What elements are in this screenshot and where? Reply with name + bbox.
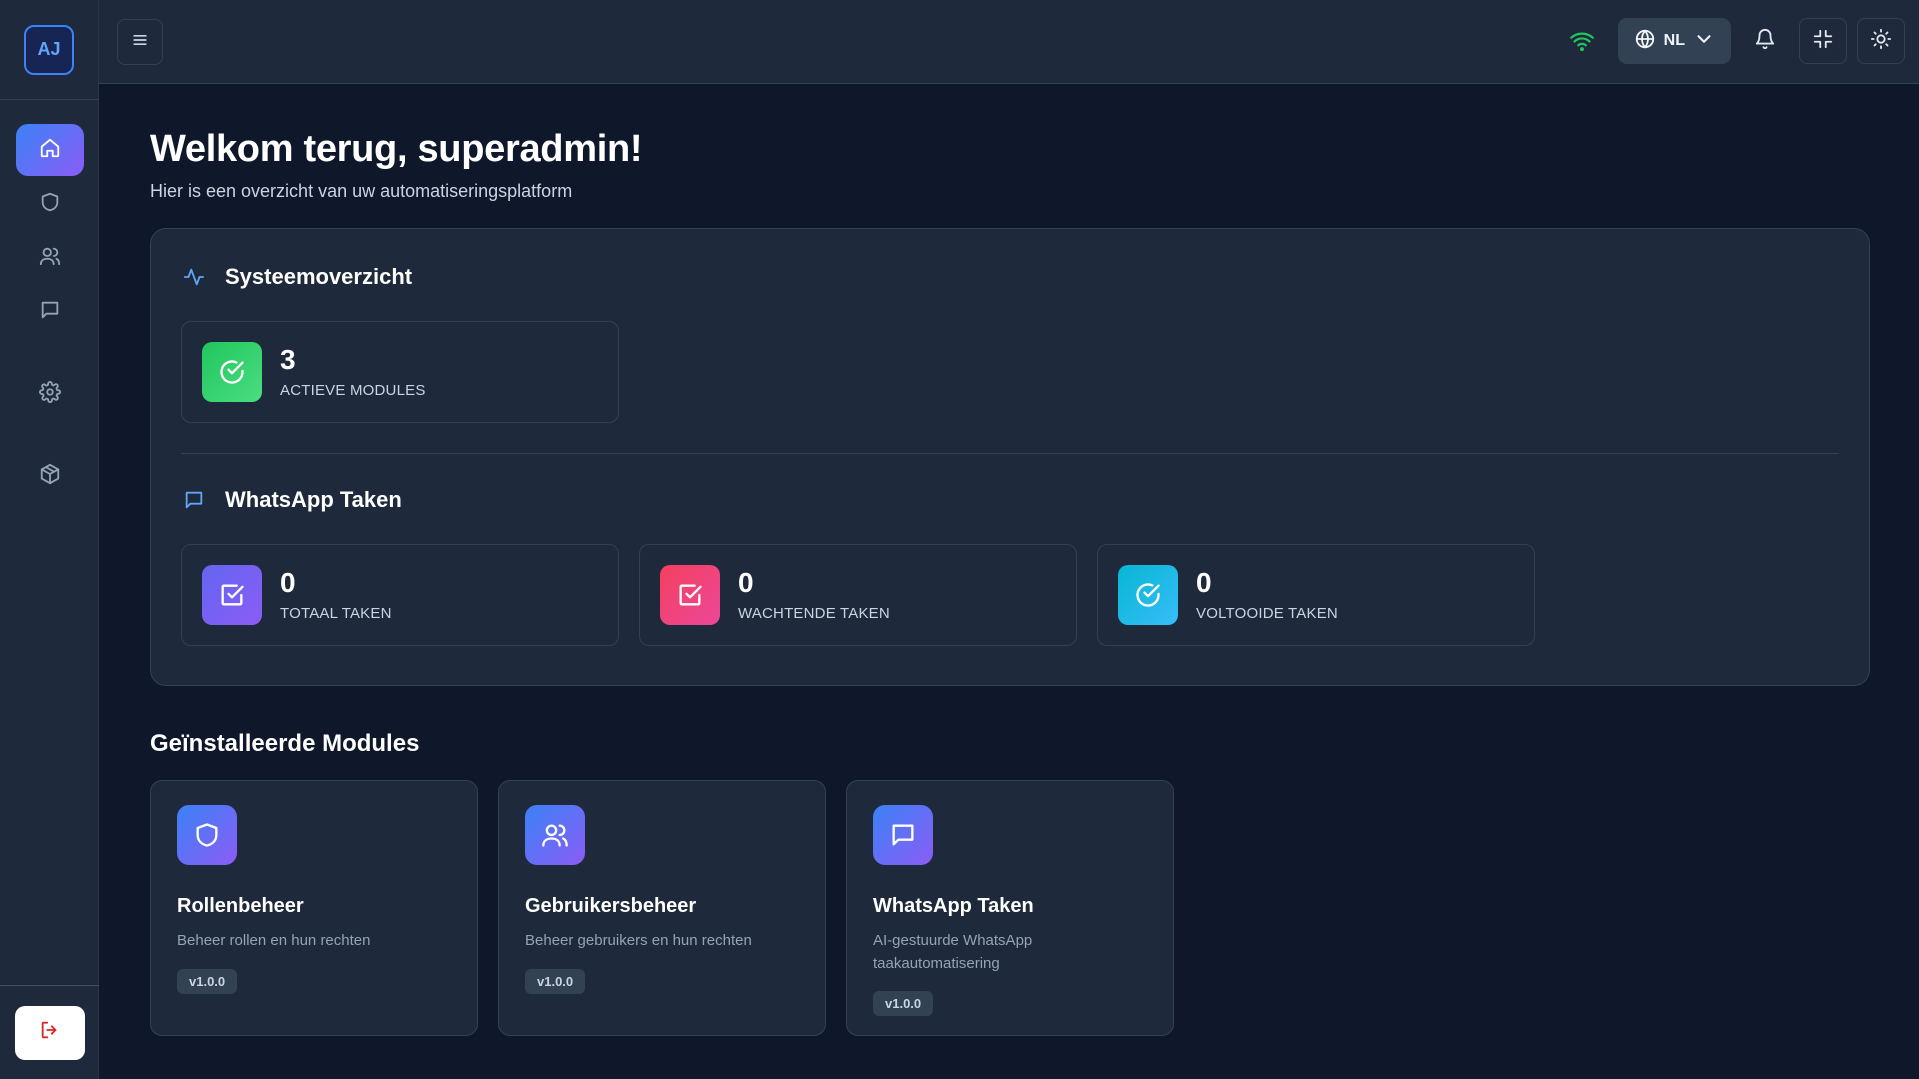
stat-label: VOLTOOIDE TAKEN [1196,604,1338,622]
topbar-actions: NL [1564,18,1905,64]
bell-icon [1754,28,1776,55]
check-circle-icon [1118,565,1178,625]
stat-label: ACTIEVE MODULES [280,381,426,399]
stat-text: 0 VOLTOOIDE TAKEN [1196,567,1338,622]
system-section-title: Systeemoverzicht [225,264,413,289]
whatsapp-section-title: WhatsApp Taken [225,487,402,512]
activity-icon [181,264,207,290]
module-name: Gebruikersbeheer [525,895,697,917]
stat-value: 0 [1196,567,1212,599]
stat-card-pending-tasks: 0 WACHTENDE TAKEN [639,544,1077,646]
fullscreen-button[interactable] [1799,18,1847,64]
user-avatar[interactable]: AJ [24,24,74,75]
module-description: Beheer gebruikers en hun rechten [525,932,752,949]
globe-icon [1634,28,1656,55]
check-square-icon [202,565,262,625]
module-description: Beheer rollen en hun rechten [177,932,371,949]
module-name: Rollenbeheer [177,895,304,917]
package-icon [39,463,61,490]
stat-label: TOTAAL TAKEN [280,604,392,622]
sidebar-item-home[interactable] [15,124,84,176]
stat-value: 3 [280,344,296,376]
stat-card-completed-tasks: 0 VOLTOOIDE TAKEN [1097,544,1535,646]
sidebar-header: AJ [0,0,98,100]
module-version-badge: v1.0.0 [873,991,934,1016]
main-content: Welkom terug, superadmin! Hier is een ov… [150,128,1870,1036]
logout-button[interactable] [14,1005,85,1060]
page-subtitle: Hier is een overzicht van uw automatiser… [150,181,573,201]
notifications-button[interactable] [1741,18,1789,64]
stat-value: 0 [738,567,754,599]
module-name: WhatsApp Taken [873,895,1034,917]
shield-icon [39,191,61,218]
module-version-badge: v1.0.0 [177,968,238,994]
logout-icon [39,1019,61,1046]
section-divider [181,453,1839,454]
hamburger-icon [130,30,150,55]
stat-card-active-modules: 3 ACTIEVE MODULES [181,321,619,423]
whatsapp-stats: 0 TOTAAL TAKEN 0 WACHTENDE TAKEN 0 VOLTO… [181,544,1839,646]
menu-toggle-button[interactable] [117,19,163,65]
app-root: AJ NL Welkom terug, superadmin! Hier is … [0,0,1919,1079]
users-icon [39,245,61,272]
sidebar-item-settings[interactable] [16,368,84,420]
sidebar-item-modules[interactable] [16,450,84,502]
sidebar-item-users[interactable] [16,232,84,284]
topbar: NL [99,0,1919,84]
stat-value: 0 [280,567,296,599]
minimize-icon [1812,28,1834,55]
modules-grid: Rollenbeheer Beheer rollen en hun rechte… [150,780,1870,1036]
language-code: NL [1663,32,1685,49]
message-icon [873,805,933,865]
module-description: AI-gestuurde WhatsApp taakautomatisering [873,932,1033,972]
module-card-users[interactable]: Gebruikersbeheer Beheer gebruikers en hu… [498,780,826,1036]
chevron-down-icon [1693,28,1715,55]
page-title: Welkom terug, superadmin! [150,128,643,170]
overview-card: Systeemoverzicht 3 ACTIEVE MODULES Whats… [150,228,1870,686]
whatsapp-section-header: WhatsApp Taken [181,482,1839,518]
stat-label: WACHTENDE TAKEN [738,604,890,622]
message-icon [181,487,207,513]
module-card-whatsapp[interactable]: WhatsApp Taken AI-gestuurde WhatsApp taa… [846,780,1174,1036]
check-circle-icon [202,342,262,402]
home-icon [39,137,61,164]
sidebar-footer [0,985,99,1079]
wifi-icon [1564,23,1600,59]
sun-icon [1870,28,1892,55]
module-version-badge: v1.0.0 [525,968,586,994]
stat-text: 0 TOTAAL TAKEN [280,567,392,622]
message-icon [39,299,61,326]
language-selector[interactable]: NL [1617,18,1731,64]
users-icon [525,805,585,865]
modules-section-title: Geïnstalleerde Modules [150,730,420,757]
theme-toggle-button[interactable] [1857,18,1905,64]
stat-text: 0 WACHTENDE TAKEN [738,567,890,622]
shield-icon [177,805,237,865]
sidebar-item-roles[interactable] [16,178,84,230]
system-section-header: Systeemoverzicht [181,259,1839,295]
check-square-icon [660,565,720,625]
stat-text: 3 ACTIEVE MODULES [280,344,426,399]
sidebar-item-whatsapp[interactable] [16,286,84,338]
sidebar-nav [0,124,99,502]
sidebar: AJ [0,0,99,1079]
module-card-roles[interactable]: Rollenbeheer Beheer rollen en hun rechte… [150,780,478,1036]
avatar-initials: AJ [37,39,61,59]
stat-card-total-tasks: 0 TOTAAL TAKEN [181,544,619,646]
system-stats: 3 ACTIEVE MODULES [181,321,1839,423]
gear-icon [38,380,61,408]
